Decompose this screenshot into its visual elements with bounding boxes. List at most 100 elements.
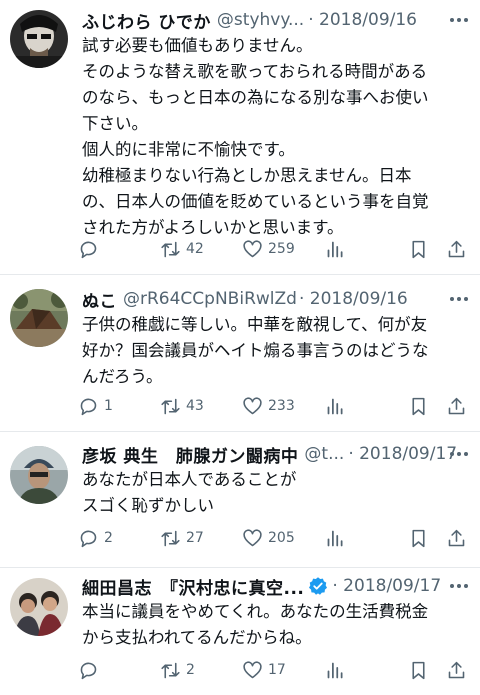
share-button[interactable] — [446, 524, 467, 552]
share-icon — [448, 661, 465, 678]
tweet-date[interactable]: · 2018/09/17 — [332, 576, 441, 596]
user-handle[interactable]: @t... — [304, 444, 344, 464]
user-handle[interactable]: @styhvy... — [217, 10, 304, 30]
views-icon — [327, 530, 343, 546]
reply-count: 2 — [104, 530, 113, 546]
tweet-text-line: そのような替え歌を歌っておられる時間がある — [82, 62, 428, 81]
display-name[interactable]: 彦坂 典生 肺腺ガン闘病中 — [82, 442, 298, 467]
user-handle[interactable]: @rR64CCpNBiRwlZd — [123, 289, 297, 309]
reply-icon — [80, 241, 97, 258]
reply-button[interactable] — [78, 235, 104, 263]
views-icon — [327, 662, 343, 678]
retweet-icon — [161, 398, 180, 414]
bookmark-button[interactable] — [408, 392, 429, 420]
retweet-button[interactable]: 42 — [160, 235, 204, 263]
views-button[interactable] — [325, 392, 346, 420]
avatar[interactable] — [10, 289, 68, 347]
heart-icon — [243, 239, 262, 257]
bookmark-button[interactable] — [408, 656, 429, 684]
tweet-text-line: あなたが日本人であることが — [82, 470, 297, 489]
retweet-count: 27 — [186, 530, 204, 546]
views-icon — [327, 398, 343, 414]
tweet-date[interactable]: · 2018/09/16 — [308, 10, 417, 30]
tweet-text-line: スゴく恥ずかしい — [82, 496, 214, 515]
tweet-text-line: 本当に議員をやめてくれ。あなたの生活費税金 — [82, 602, 429, 621]
avatar[interactable] — [10, 10, 68, 68]
tweet-text: 本当に議員をやめてくれ。あなたの生活費税金 から支払われてるんだからね。 — [82, 599, 470, 651]
share-button[interactable] — [446, 656, 467, 684]
like-count: 205 — [268, 530, 295, 546]
views-button[interactable] — [325, 656, 346, 684]
retweet-icon — [161, 241, 180, 257]
tweet-date[interactable]: · 2018/09/16 — [299, 289, 408, 309]
share-button[interactable] — [446, 392, 467, 420]
bookmark-button[interactable] — [408, 524, 429, 552]
reply-button[interactable] — [78, 656, 104, 684]
tweet-text: 子供の稚戯に等しい。中華を敵視して、何が友 好か？国会議員がヘイト煽る事言うのは… — [82, 312, 470, 390]
like-count: 17 — [268, 662, 286, 678]
share-button[interactable] — [446, 235, 467, 263]
tweet-text-line: 個人的に非常に不愉快です。 — [82, 140, 295, 159]
heart-icon — [243, 660, 262, 678]
more-icon[interactable] — [448, 443, 470, 465]
action-bar: 1 43 233 — [78, 392, 470, 420]
retweet-button[interactable]: 27 — [160, 524, 204, 552]
like-button[interactable]: 205 — [242, 524, 295, 552]
tweet[interactable]: 細田昌志 『沢村忠に真空... · 2018/09/17 本当に議員をやめてくれ… — [0, 568, 480, 695]
like-count: 259 — [268, 241, 295, 257]
tweet[interactable]: ぬこ @rR64CCpNBiRwlZd · 2018/09/16 子供の稚戯に等… — [0, 275, 480, 432]
reply-icon — [80, 530, 97, 547]
tweet[interactable]: ふじわら ひでか @styhvy... · 2018/09/16 試す必要も価値… — [0, 0, 480, 275]
retweet-count: 42 — [186, 241, 204, 257]
bookmark-icon — [412, 661, 425, 679]
like-button[interactable]: 259 — [242, 235, 295, 263]
tweet-text-line: の、日本人の価値を貶めているという事を自覚 — [82, 192, 429, 211]
like-button[interactable]: 233 — [242, 392, 295, 420]
more-icon[interactable] — [448, 288, 470, 310]
like-button[interactable]: 17 — [242, 656, 286, 684]
share-icon — [448, 529, 465, 546]
tweet-header: 細田昌志 『沢村忠に真空... · 2018/09/17 — [82, 572, 466, 600]
reply-icon — [80, 398, 97, 415]
tweet-text-line: 下さい。 — [82, 114, 148, 133]
share-icon — [448, 397, 465, 414]
tweet[interactable]: 彦坂 典生 肺腺ガン闘病中 @t... · 2018/09/17 あなたが日本人… — [0, 432, 480, 568]
tweet-text-line: のなら、もっと日本の為になる別な事へお使い — [82, 88, 429, 107]
views-button[interactable] — [325, 524, 346, 552]
retweet-icon — [161, 662, 180, 678]
tweet-header: 彦坂 典生 肺腺ガン闘病中 @t... · 2018/09/17 — [82, 440, 466, 468]
reply-button[interactable]: 2 — [78, 524, 113, 552]
display-name[interactable]: ふじわら ひでか — [82, 8, 211, 33]
tweet-text-line: んだろう。 — [82, 367, 163, 386]
action-bar: 2 27 205 — [78, 524, 470, 552]
tweet-text-line: 好か？国会議員がヘイト煽る事言うのはどうな — [82, 341, 429, 360]
heart-icon — [243, 396, 262, 414]
verified-badge-icon — [308, 576, 328, 596]
tweet-text-line: 幼稚極まりない行為としか思えません。日本 — [82, 166, 412, 185]
display-name[interactable]: 細田昌志 『沢村忠に真空... — [82, 574, 304, 599]
reply-button[interactable]: 1 — [78, 392, 113, 420]
like-count: 233 — [268, 398, 295, 414]
display-name[interactable]: ぬこ — [82, 287, 117, 312]
retweet-button[interactable]: 2 — [160, 656, 195, 684]
bookmark-icon — [412, 397, 425, 415]
bookmark-button[interactable] — [408, 235, 429, 263]
retweet-icon — [161, 530, 180, 546]
retweet-button[interactable]: 43 — [160, 392, 204, 420]
tweet-text-line: から支払われてるんだからね。 — [82, 628, 312, 647]
tweet-date[interactable]: · 2018/09/17 — [348, 444, 457, 464]
views-button[interactable] — [325, 235, 346, 263]
views-icon — [327, 241, 343, 257]
retweet-count: 2 — [186, 662, 195, 678]
share-icon — [448, 240, 465, 257]
more-icon[interactable] — [448, 9, 470, 31]
action-bar: 42 259 — [78, 235, 470, 263]
reply-count: 1 — [104, 398, 113, 414]
tweet-text-line: 試す必要も価値もありません。 — [82, 36, 313, 55]
more-icon[interactable] — [448, 575, 470, 597]
action-bar: 2 17 — [78, 656, 470, 684]
avatar[interactable] — [10, 578, 68, 636]
bookmark-icon — [412, 529, 425, 547]
reply-icon — [80, 662, 97, 679]
avatar[interactable] — [10, 446, 68, 504]
